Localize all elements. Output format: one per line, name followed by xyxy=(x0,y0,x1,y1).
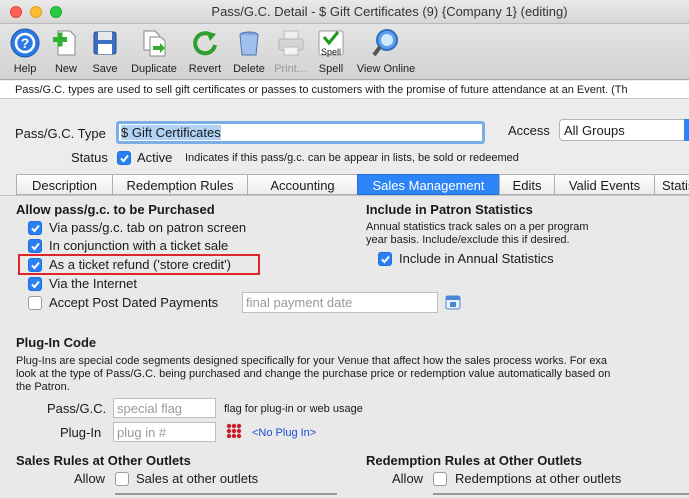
type-field[interactable]: $ Gift Certificates xyxy=(116,121,485,144)
new-label: New xyxy=(54,63,77,75)
redemption-other-outlets-label: Redemptions at other outlets xyxy=(455,471,622,486)
with-ticket-sale-checkbox[interactable] xyxy=(28,239,42,253)
trash-can-icon xyxy=(239,31,259,56)
status-label: Status xyxy=(71,150,108,165)
spell-label: Spell xyxy=(318,63,344,75)
checkmark-icon xyxy=(31,280,40,289)
ticket-refund-label: As a ticket refund ('store credit') xyxy=(49,257,231,272)
floppy-disk-icon xyxy=(93,31,117,55)
window-title: Pass/G.C. Detail - $ Gift Certificates (… xyxy=(211,4,568,19)
with-ticket-sale-label: In conjunction with a ticket sale xyxy=(49,238,229,253)
checkmark-icon xyxy=(31,242,40,251)
tab-bar: Description Redemption Rules Accounting … xyxy=(16,174,689,195)
access-dropdown-arrow-icon xyxy=(684,119,689,141)
globe-search-icon xyxy=(372,29,398,57)
tab-accounting[interactable]: Accounting xyxy=(247,174,357,195)
post-dated-checkbox[interactable] xyxy=(28,296,42,310)
view-online-label: View Online xyxy=(356,63,416,75)
tab-sales-management[interactable]: Sales Management xyxy=(357,174,499,195)
stats-desc-line2: year basis. Include/exclude this if desi… xyxy=(366,234,570,246)
redemption-allow-label: Allow xyxy=(392,471,424,486)
include-annual-stats-checkbox[interactable] xyxy=(378,252,392,266)
sales-other-outlets-checkbox[interactable] xyxy=(115,472,129,486)
include-annual-stats-label: Include in Annual Statistics xyxy=(399,251,554,266)
via-internet-label: Via the Internet xyxy=(49,276,137,291)
plugin-number-label: Plug-In xyxy=(60,425,102,440)
plugin-number-input[interactable]: plug in # xyxy=(113,422,216,442)
title-bar: Pass/G.C. Detail - $ Gift Certificates (… xyxy=(0,0,689,24)
delete-label: Delete xyxy=(233,63,265,75)
plugin-grid-icon[interactable] xyxy=(225,422,243,440)
type-label: Pass/G.C. Type xyxy=(15,126,106,141)
duplicate-button[interactable]: Duplicate xyxy=(127,26,181,78)
help-button[interactable]: ? Help xyxy=(5,26,45,78)
access-value: All Groups xyxy=(564,123,625,138)
duplicate-icon xyxy=(143,30,166,57)
info-text: Pass/G.C. types are used to sell gift ce… xyxy=(0,81,689,99)
toolbar: ? Help New Save Duplicate Revert Delete … xyxy=(0,24,689,80)
stats-heading: Include in Patron Statistics xyxy=(366,202,533,217)
spell-icon-text: Spell xyxy=(321,47,342,57)
calendar-icon[interactable] xyxy=(445,294,461,310)
revert-label: Revert xyxy=(188,63,222,75)
tab-statistics[interactable]: Statist xyxy=(654,174,689,195)
via-internet-checkbox[interactable] xyxy=(28,277,42,291)
active-label: Active xyxy=(137,150,173,165)
tab-edits[interactable]: Edits xyxy=(499,174,554,195)
active-checkbox[interactable] xyxy=(117,151,131,165)
revert-button[interactable]: Revert xyxy=(185,26,225,78)
printer-icon xyxy=(278,30,304,56)
via-patron-tab-checkbox[interactable] xyxy=(28,221,42,235)
type-value: $ Gift Certificates xyxy=(121,125,221,140)
access-select[interactable]: All Groups xyxy=(559,119,689,141)
sales-outlets-list-edge xyxy=(115,493,337,495)
pass-flag-label: Pass/G.C. xyxy=(47,401,107,416)
checkmark-icon xyxy=(120,154,129,163)
no-plugin-link[interactable]: <No Plug In> xyxy=(252,427,316,439)
delete-button[interactable]: Delete xyxy=(229,26,269,78)
final-payment-date-input[interactable]: final payment date xyxy=(242,292,438,313)
save-label: Save xyxy=(92,63,118,75)
tab-redemption-rules[interactable]: Redemption Rules xyxy=(112,174,247,195)
duplicate-label: Duplicate xyxy=(131,63,177,75)
redemption-outlets-list-edge xyxy=(433,493,689,495)
plugin-desc-line2: look at the type of Pass/G.C. being purc… xyxy=(16,368,611,380)
help-label: Help xyxy=(13,63,37,75)
checkmark-icon xyxy=(381,255,390,264)
redemption-outlets-heading: Redemption Rules at Other Outlets xyxy=(366,453,582,468)
special-flag-hint: flag for plug-in or web usage xyxy=(224,403,363,415)
tab-description[interactable]: Description xyxy=(16,174,112,195)
plugin-desc-line1: Plug-Ins are special code segments desig… xyxy=(16,355,608,367)
checkmark-icon xyxy=(31,261,40,270)
svg-text:?: ? xyxy=(21,35,30,51)
print-label: Print… xyxy=(274,63,308,75)
special-flag-input[interactable]: special flag xyxy=(113,398,216,418)
plugin-desc-line3: the Patron. xyxy=(16,381,70,393)
view-online-button[interactable]: View Online xyxy=(353,26,419,78)
sales-outlets-heading: Sales Rules at Other Outlets xyxy=(16,453,191,468)
save-button[interactable]: Save xyxy=(88,26,122,78)
ticket-refund-checkbox[interactable] xyxy=(28,258,42,272)
print-button[interactable]: Print… xyxy=(270,26,312,78)
plugin-heading: Plug-In Code xyxy=(16,335,97,350)
active-hint: Indicates if this pass/g.c. can be appea… xyxy=(185,152,519,164)
help-icon: ? xyxy=(10,28,40,58)
stats-desc-line1: Annual statistics track sales on a per p… xyxy=(366,221,589,233)
revert-icon xyxy=(193,31,217,56)
redemption-other-outlets-checkbox[interactable] xyxy=(433,472,447,486)
via-patron-tab-label: Via pass/g.c. tab on patron screen xyxy=(49,220,247,235)
post-dated-label: Accept Post Dated Payments xyxy=(49,295,219,310)
new-button[interactable]: New xyxy=(48,26,84,78)
allow-heading: Allow pass/g.c. to be Purchased xyxy=(16,202,215,217)
access-label: Access xyxy=(508,123,550,138)
checkmark-icon xyxy=(31,224,40,233)
new-document-icon xyxy=(53,30,76,56)
tab-valid-events[interactable]: Valid Events xyxy=(554,174,654,195)
sales-other-outlets-label: Sales at other outlets xyxy=(136,471,259,486)
sales-allow-label: Allow xyxy=(74,471,106,486)
